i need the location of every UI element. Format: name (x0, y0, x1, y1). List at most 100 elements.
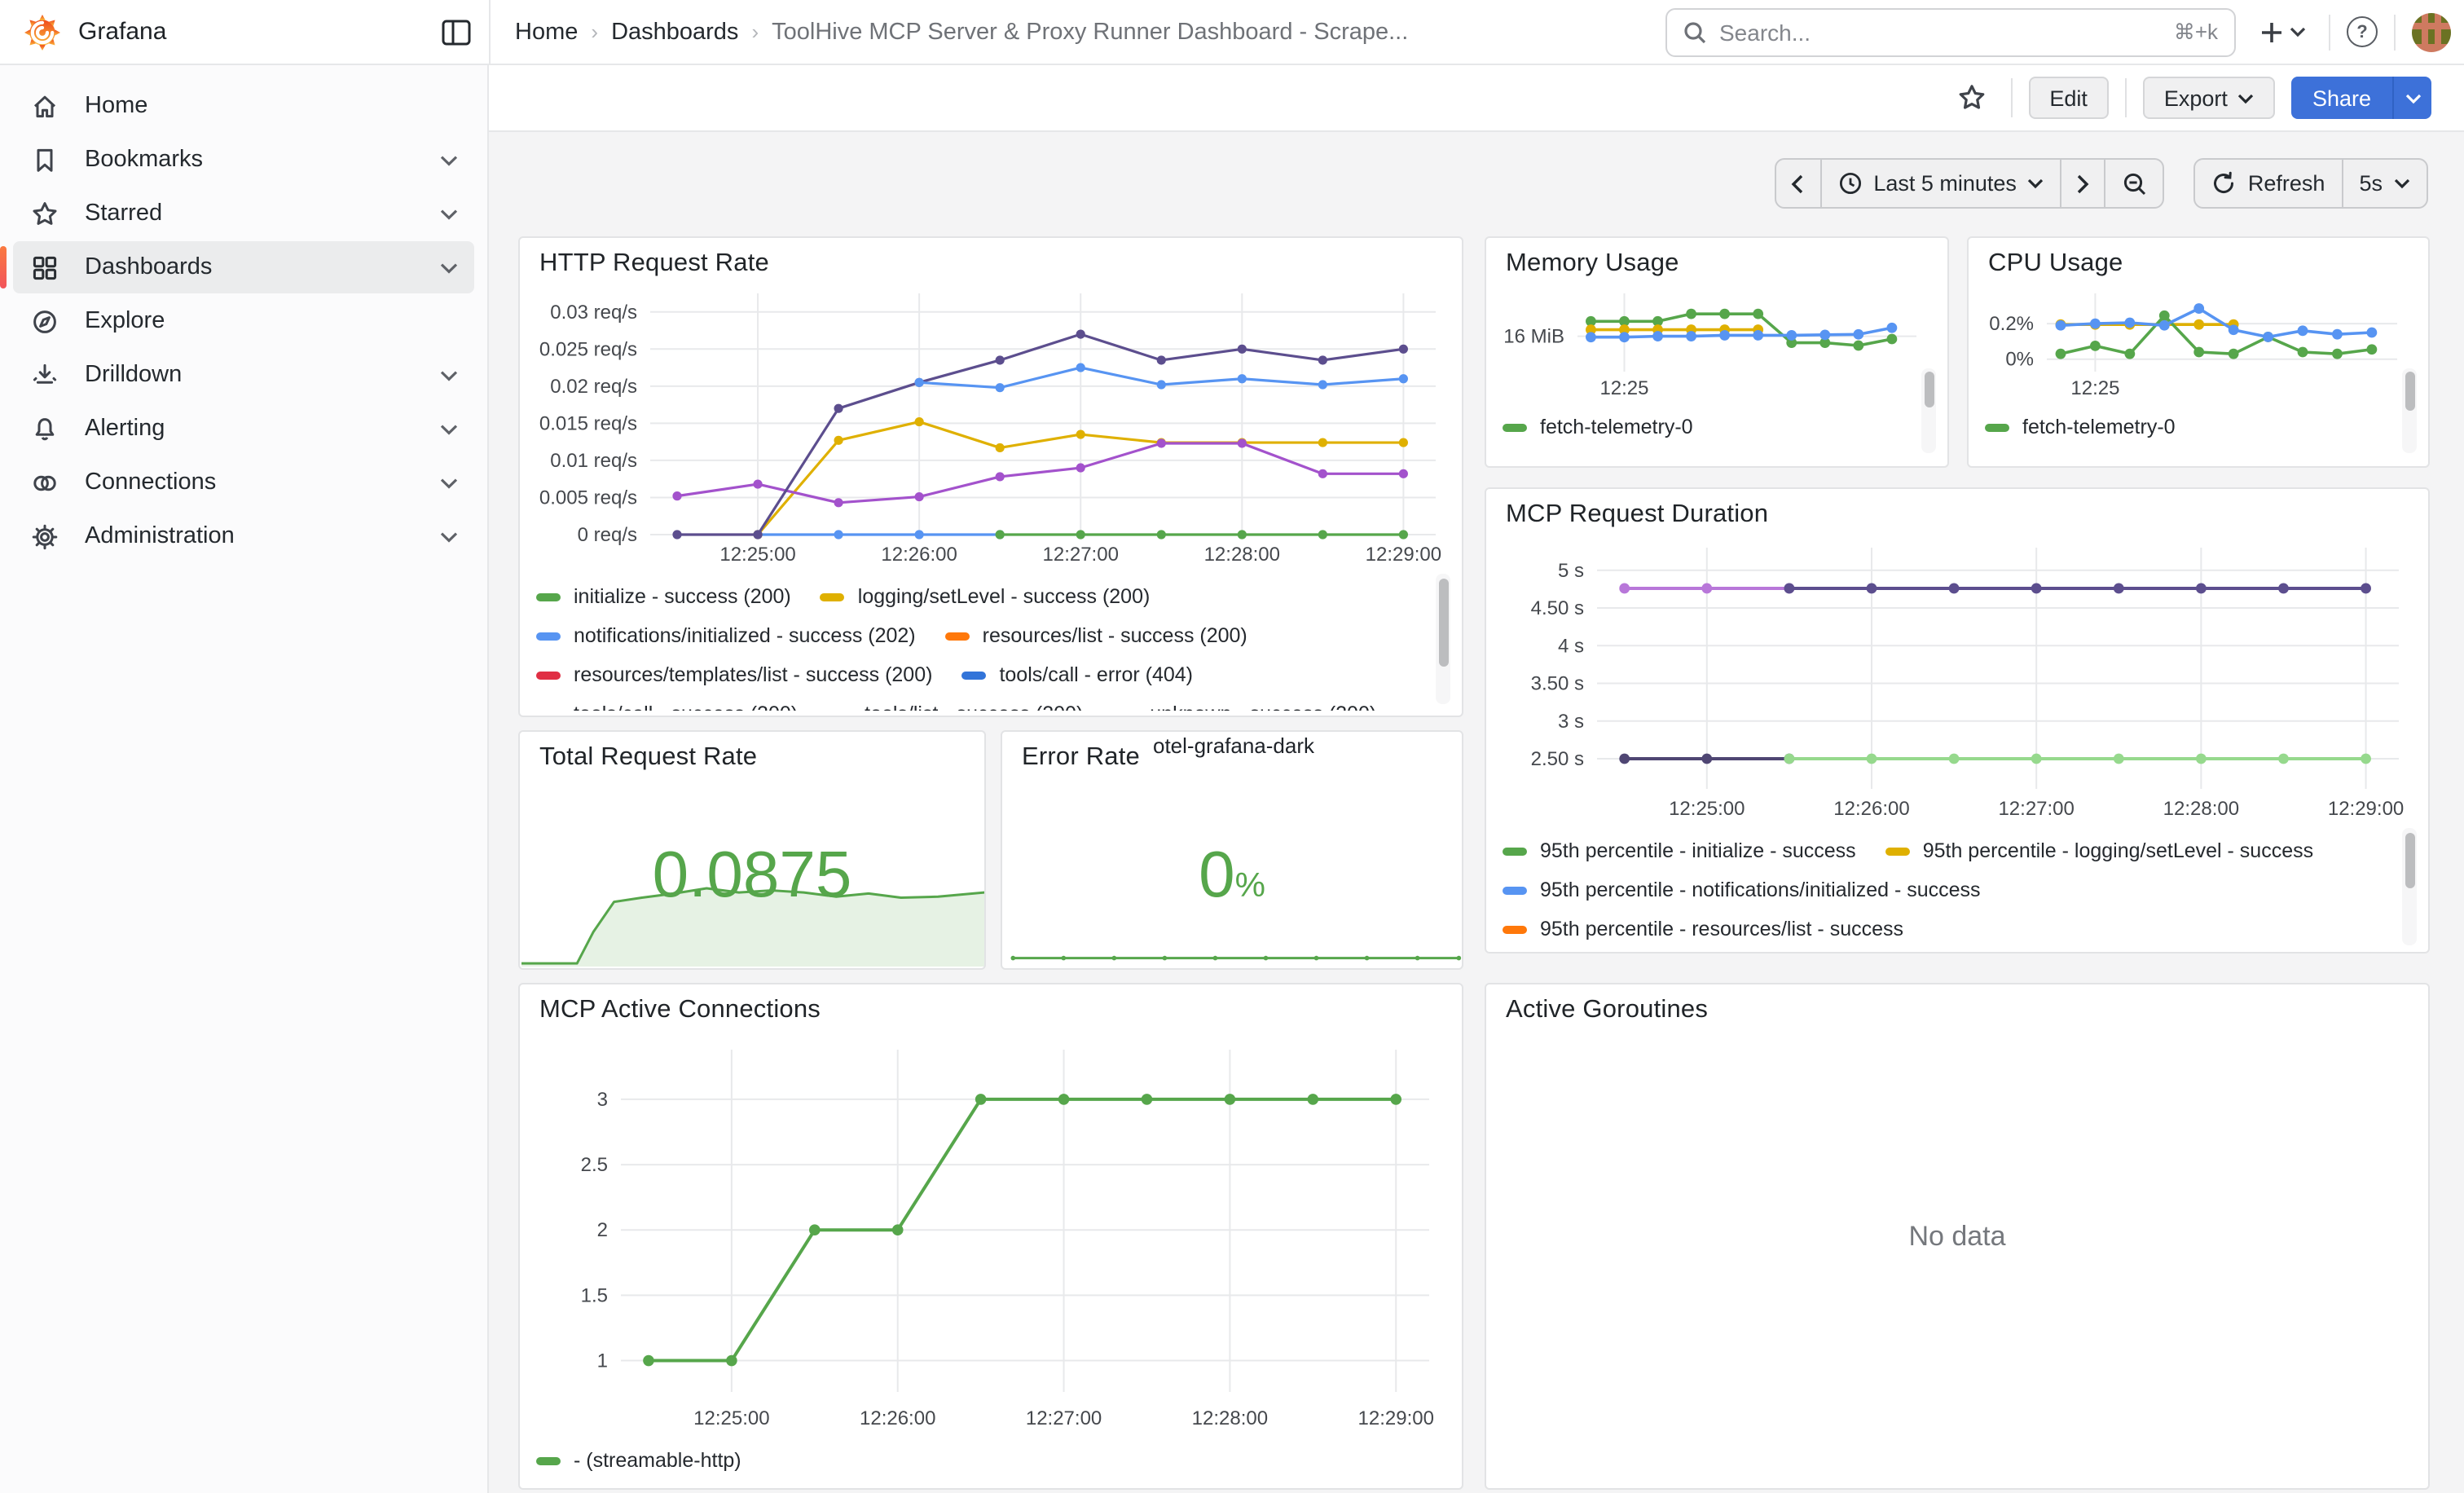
zoom-out-button[interactable] (2105, 160, 2163, 207)
legend-item[interactable]: fetch-telemetry-0 (1503, 416, 1693, 438)
time-range-picker[interactable]: Last 5 minutes (1819, 160, 2061, 207)
time-shift-back-button[interactable] (1775, 160, 1819, 207)
sidebar-item-label: Starred (85, 200, 162, 227)
sidebar-item-dashboards[interactable]: Dashboards (13, 241, 474, 293)
legend-item[interactable]: 95th percentile - resources/list - succe… (1503, 918, 1903, 940)
legend-label: tools/call - error (404) (999, 663, 1193, 686)
legend-item[interactable]: tools/call - success (200) (536, 702, 798, 711)
bell-icon (29, 415, 59, 443)
legend-item[interactable]: 95th percentile - logging/setLevel - suc… (1885, 839, 2313, 862)
scrollbar-thumb[interactable] (2405, 833, 2414, 888)
legend-scrollbar[interactable] (2402, 828, 2417, 945)
svg-text:0.02 req/s: 0.02 req/s (550, 376, 637, 398)
chevron-right-icon (2077, 174, 2090, 193)
cpu-usage-legend: fetch-telemetry-0 (1985, 407, 2376, 450)
breadcrumb-dashboards[interactable]: Dashboards (611, 19, 738, 45)
refresh-label: Refresh (2248, 171, 2325, 196)
sidebar-item-explore[interactable]: Explore (13, 295, 474, 347)
legend-item[interactable]: tools/list - success (200) (827, 702, 1083, 711)
scrollbar-thumb[interactable] (1924, 372, 1934, 407)
refresh-icon (2212, 171, 2237, 196)
legend-item[interactable]: logging/setLevel - success (200) (821, 585, 1151, 608)
share-menu-button[interactable] (2392, 77, 2431, 119)
brand-name[interactable]: Grafana (78, 18, 166, 46)
http-request-rate-chart[interactable]: 12:25:0012:26:0012:27:0012:28:0012:29:00… (526, 284, 1449, 570)
bookmark-icon (29, 146, 59, 174)
sidebar-item-bookmarks[interactable]: Bookmarks (13, 134, 474, 186)
legend-item[interactable]: - (streamable-http) (536, 1449, 741, 1472)
panel-title[interactable]: CPU Usage (1988, 249, 2123, 279)
sidebar-item-label: Alerting (85, 416, 165, 442)
legend-scrollbar[interactable] (1436, 574, 1450, 704)
mcp-active-connections-legend: - (streamable-http) (536, 1441, 1429, 1483)
time-shift-forward-button[interactable] (2061, 160, 2105, 207)
favorite-star-button[interactable] (1948, 75, 1994, 121)
sidebar-item-alerting[interactable]: Alerting (13, 403, 474, 455)
legend-swatch-icon (821, 592, 845, 601)
dashboard-canvas: Last 5 minutes Refresh 5s (489, 132, 2464, 1493)
cpu-usage-chart[interactable]: 12:250.2%0% (1972, 280, 2413, 404)
scrollbar-thumb[interactable] (1438, 579, 1448, 667)
export-button[interactable]: Export (2143, 77, 2275, 119)
panel-title[interactable]: Memory Usage (1506, 249, 1679, 279)
panel-title[interactable]: HTTP Request Rate (539, 249, 769, 279)
legend-item[interactable]: notifications/initialized - success (202… (536, 624, 916, 647)
refresh-interval-picker[interactable]: 5s (2341, 160, 2427, 207)
svg-text:0.005 req/s: 0.005 req/s (539, 487, 637, 509)
svg-text:0 req/s: 0 req/s (578, 524, 637, 546)
help-icon[interactable]: ? (2347, 16, 2378, 47)
legend-item[interactable]: initialize - success (200) (536, 585, 791, 608)
sidebar-item-starred[interactable]: Starred (13, 187, 474, 240)
svg-text:12:27:00: 12:27:00 (1026, 1407, 1102, 1429)
refresh-interval-label: 5s (2359, 171, 2383, 196)
user-avatar[interactable] (2412, 12, 2451, 51)
legend-label: - (streamable-http) (574, 1449, 741, 1472)
share-button[interactable]: Share (2291, 77, 2392, 119)
edit-button[interactable]: Edit (2028, 77, 2109, 119)
add-button[interactable] (2252, 19, 2312, 45)
breadcrumb-home[interactable]: Home (515, 19, 578, 45)
chevron-down-icon (2028, 178, 2044, 189)
panel-memory-usage: Memory Usage 12:2516 MiB fetch-telemetry… (1485, 236, 1949, 468)
panel-title[interactable]: MCP Request Duration (1506, 500, 1768, 530)
sidebar-item-drilldown[interactable]: Drilldown (13, 349, 474, 401)
sidebar-item-home[interactable]: Home (13, 80, 474, 132)
refresh-button[interactable]: Refresh (2196, 160, 2342, 207)
search-input[interactable]: Search... ⌘+k (1665, 7, 2236, 56)
legend-scrollbar[interactable] (2402, 368, 2417, 453)
error-rate-sparkline[interactable] (1004, 942, 1463, 965)
legend-label: fetch-telemetry-0 (2022, 416, 2176, 438)
legend-item[interactable]: 95th percentile - notifications/initiali… (1503, 879, 1981, 901)
svg-text:2: 2 (597, 1219, 608, 1241)
legend-item[interactable]: unknown - success (200) (1112, 702, 1376, 711)
mcp-request-duration-chart[interactable]: 12:25:0012:26:0012:27:0012:28:0012:29:00… (1493, 535, 2415, 825)
svg-text:12:28:00: 12:28:00 (1204, 544, 1280, 566)
legend-item[interactable]: 95th percentile - initialize - success (1503, 839, 1856, 862)
svg-text:5 s: 5 s (1558, 560, 1584, 582)
refresh-group: Refresh 5s (2194, 158, 2428, 209)
panel-title[interactable]: Error Rate (1022, 743, 1140, 773)
panel-title[interactable]: Active Goroutines (1506, 996, 1708, 1025)
legend-row: 95th percentile - resources/templates/li… (1503, 949, 2396, 952)
panel-title[interactable]: MCP Active Connections (539, 996, 821, 1025)
memory-usage-chart[interactable]: 12:2516 MiB (1489, 280, 1933, 404)
mcp-active-connections-chart[interactable]: 12:25:0012:26:0012:27:0012:28:0012:29:00… (526, 1033, 1449, 1434)
chevron-down-icon (440, 154, 458, 165)
sidebar-toggle-icon[interactable] (433, 9, 479, 55)
legend-item[interactable]: fetch-telemetry-0 (1985, 416, 2176, 438)
scrollbar-thumb[interactable] (2405, 372, 2414, 411)
svg-text:16 MiB: 16 MiB (1503, 326, 1564, 348)
svg-text:12:27:00: 12:27:00 (1998, 798, 2074, 820)
legend-scrollbar[interactable] (1921, 368, 1936, 453)
sidebar-item-administration[interactable]: Administration (13, 510, 474, 562)
chevron-down-icon (440, 423, 458, 434)
legend-swatch-icon (961, 671, 986, 679)
legend-item[interactable]: resources/list - success (200) (945, 624, 1247, 647)
legend-label: resources/list - success (200) (983, 624, 1247, 647)
svg-text:12:28:00: 12:28:00 (1192, 1407, 1268, 1429)
legend-item[interactable]: resources/templates/list - success (200) (536, 663, 932, 686)
sidebar-item-connections[interactable]: Connections (13, 456, 474, 509)
legend-item[interactable]: tools/call - error (404) (961, 663, 1193, 686)
grafana-logo-icon[interactable] (23, 12, 62, 51)
panel-title[interactable]: Total Request Rate (539, 743, 757, 773)
